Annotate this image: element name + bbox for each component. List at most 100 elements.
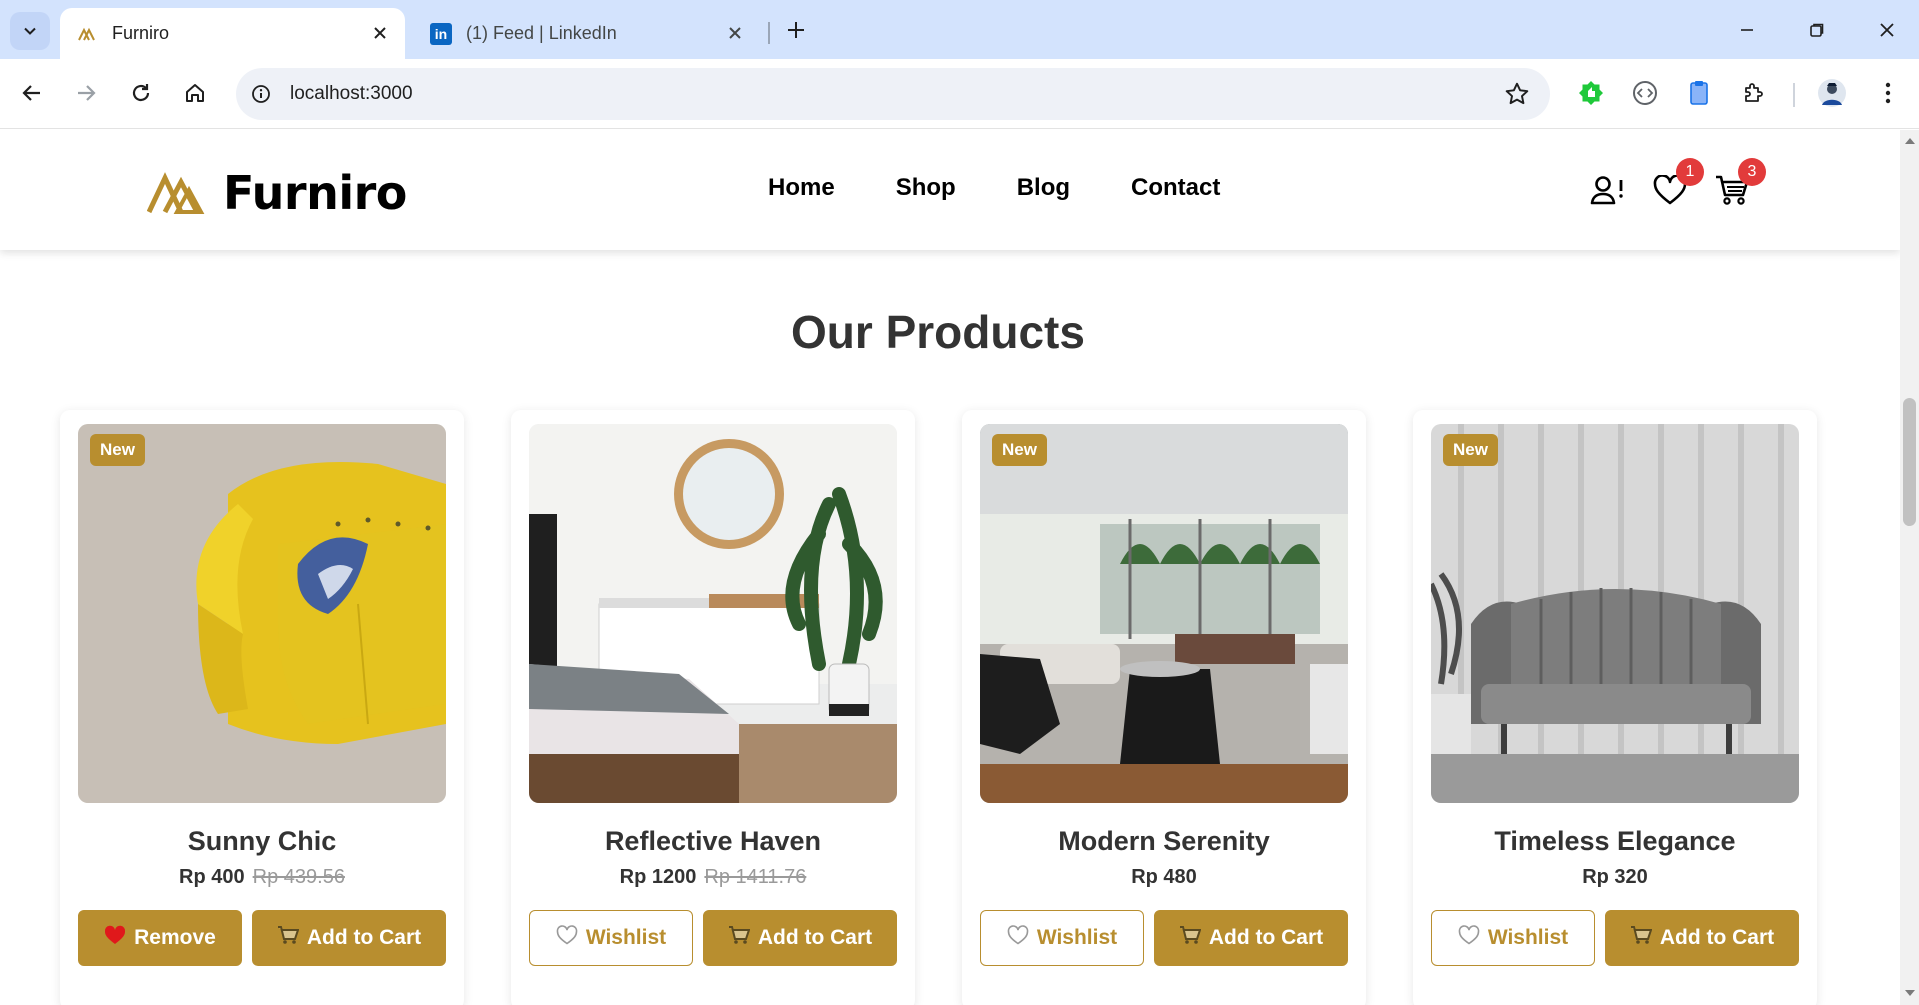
close-window-button[interactable] [1862,10,1912,50]
reload-icon [132,84,150,102]
page-scrollbar[interactable] [1900,130,1919,1005]
wishlist-label: Wishlist [1487,926,1569,949]
nav-contact[interactable]: Contact [1131,174,1220,202]
home-icon [186,84,204,102]
chevron-down-icon [24,27,36,35]
add-to-cart-button[interactable]: Add to Cart [703,910,897,966]
wishlist-button[interactable]: Wishlist [1431,910,1595,966]
product-name: Sunny Chic [187,826,337,856]
current-price: Rp 320 [1582,866,1648,888]
restore-button[interactable] [1792,10,1842,50]
forward-button[interactable] [66,73,106,113]
user-alert-icon [1590,176,1623,205]
new-tab-button[interactable] [780,14,812,46]
add-to-cart-button[interactable]: Add to Cart [252,910,446,966]
product-name: Timeless Elegance [1494,826,1736,856]
new-badge: New [90,434,145,466]
old-price: Rp 1411.76 [704,866,807,888]
minimize-icon [1741,29,1753,31]
product-image[interactable]: New [1431,424,1799,803]
heart-filled-icon [104,925,126,951]
extensions-puzzle-icon[interactable] [1736,75,1772,111]
restore-icon [1810,23,1824,37]
toolbar-separator [1793,83,1795,107]
current-price: Rp 480 [1131,866,1197,888]
scroll-down-arrow-icon[interactable] [1905,990,1915,996]
heart-outline-icon [1007,925,1029,951]
add-to-cart-button[interactable]: Add to Cart [1154,910,1348,966]
bookmark-star-icon[interactable] [1504,81,1530,107]
cart-button[interactable]: 3 [1712,158,1766,210]
nav-home[interactable]: Home [768,174,835,202]
product-card: Reflective Haven Rp 1200 Rp 1411.76 Wishl… [511,410,915,1005]
cart-icon [1630,925,1653,951]
back-button[interactable] [12,73,52,113]
add-to-cart-label: Add to Cart [757,926,873,949]
heart-outline-icon [556,925,578,951]
browser-tabstrip: Furniro in (1) Feed | LinkedIn [0,0,1919,59]
scroll-up-arrow-icon[interactable] [1905,138,1915,144]
close-tab-icon[interactable] [724,22,746,44]
tab-title: Furniro [112,23,170,43]
address-bar[interactable]: localhost:3000 [236,68,1550,120]
linkedin-favicon-icon: in [430,22,452,45]
wishlist-label: Wishlist [1036,926,1118,949]
cart-icon [1179,925,1202,951]
product-price: Rp 480 [962,866,1366,889]
reload-button[interactable] [121,73,161,113]
site-header: Furniro Home Shop Blog Contact 1 3 [0,130,1900,250]
plus-icon [788,22,804,38]
product-price: Rp 1200 Rp 1411.76 [511,866,915,889]
tab-linkedin[interactable]: in (1) Feed | LinkedIn [420,8,760,59]
product-image[interactable] [529,424,897,803]
home-button[interactable] [175,73,215,113]
arrow-right-icon [78,85,96,101]
profile-avatar[interactable] [1814,75,1850,111]
tab-search-button[interactable] [10,12,50,50]
current-price: Rp 400 [179,866,245,888]
clipboard-extension-icon[interactable] [1681,75,1717,111]
old-price: Rp 439.56 [252,866,345,888]
account-button[interactable] [1588,170,1628,210]
new-badge: New [992,434,1047,466]
wishlist-button[interactable]: Wishlist [529,910,693,966]
green-extension-icon[interactable] [1573,75,1609,111]
wishlist-button[interactable]: Wishlist [980,910,1144,966]
main-nav: Home Shop Blog Contact [768,174,1220,202]
section-title: Our Products [791,306,1085,358]
nav-shop[interactable]: Shop [896,174,956,202]
product-name: Modern Serenity [1058,826,1270,856]
arrow-left-icon [22,85,40,101]
minimize-button[interactable] [1722,10,1772,50]
product-card: New Modern Serenity Rp 480 Wishlist Add … [962,410,1366,1005]
kebab-menu-icon [1885,82,1891,104]
furniro-favicon-icon [76,23,98,45]
nav-blog[interactable]: Blog [1017,174,1070,202]
site-info-icon[interactable] [246,79,276,109]
product-image[interactable]: New [78,424,446,803]
current-price: Rp 1200 [619,866,697,888]
remove-label: Remove [134,926,216,949]
close-icon [1880,23,1894,37]
tab-furniro[interactable]: Furniro [60,8,405,59]
wishlist-button[interactable]: 1 [1650,158,1704,210]
product-card: New Sunny Chic Rp 400 Rp 439.56 Remove Ad… [60,410,464,1005]
add-to-cart-label: Add to Cart [306,926,422,949]
wishlist-count-badge: 1 [1676,158,1704,186]
cart-count-badge: 3 [1738,158,1766,186]
wishlist-label: Wishlist [585,926,667,949]
product-price: Rp 400 Rp 439.56 [60,866,464,889]
product-image[interactable]: New [980,424,1348,803]
scroll-thumb[interactable] [1903,398,1916,526]
remove-wishlist-button[interactable]: Remove [78,910,242,966]
browser-menu-button[interactable] [1870,75,1906,111]
close-tab-icon[interactable] [369,22,391,44]
add-to-cart-button[interactable]: Add to Cart [1605,910,1799,966]
cart-icon [277,925,300,951]
site-logo[interactable]: Furniro [147,166,407,220]
browser-toolbar: localhost:3000 [0,59,1919,129]
furniro-logo-icon [147,172,205,214]
code-extension-icon[interactable] [1627,75,1663,111]
page-viewport: Furniro Home Shop Blog Contact 1 3 Our P… [0,130,1900,1005]
cart-icon [728,925,751,951]
